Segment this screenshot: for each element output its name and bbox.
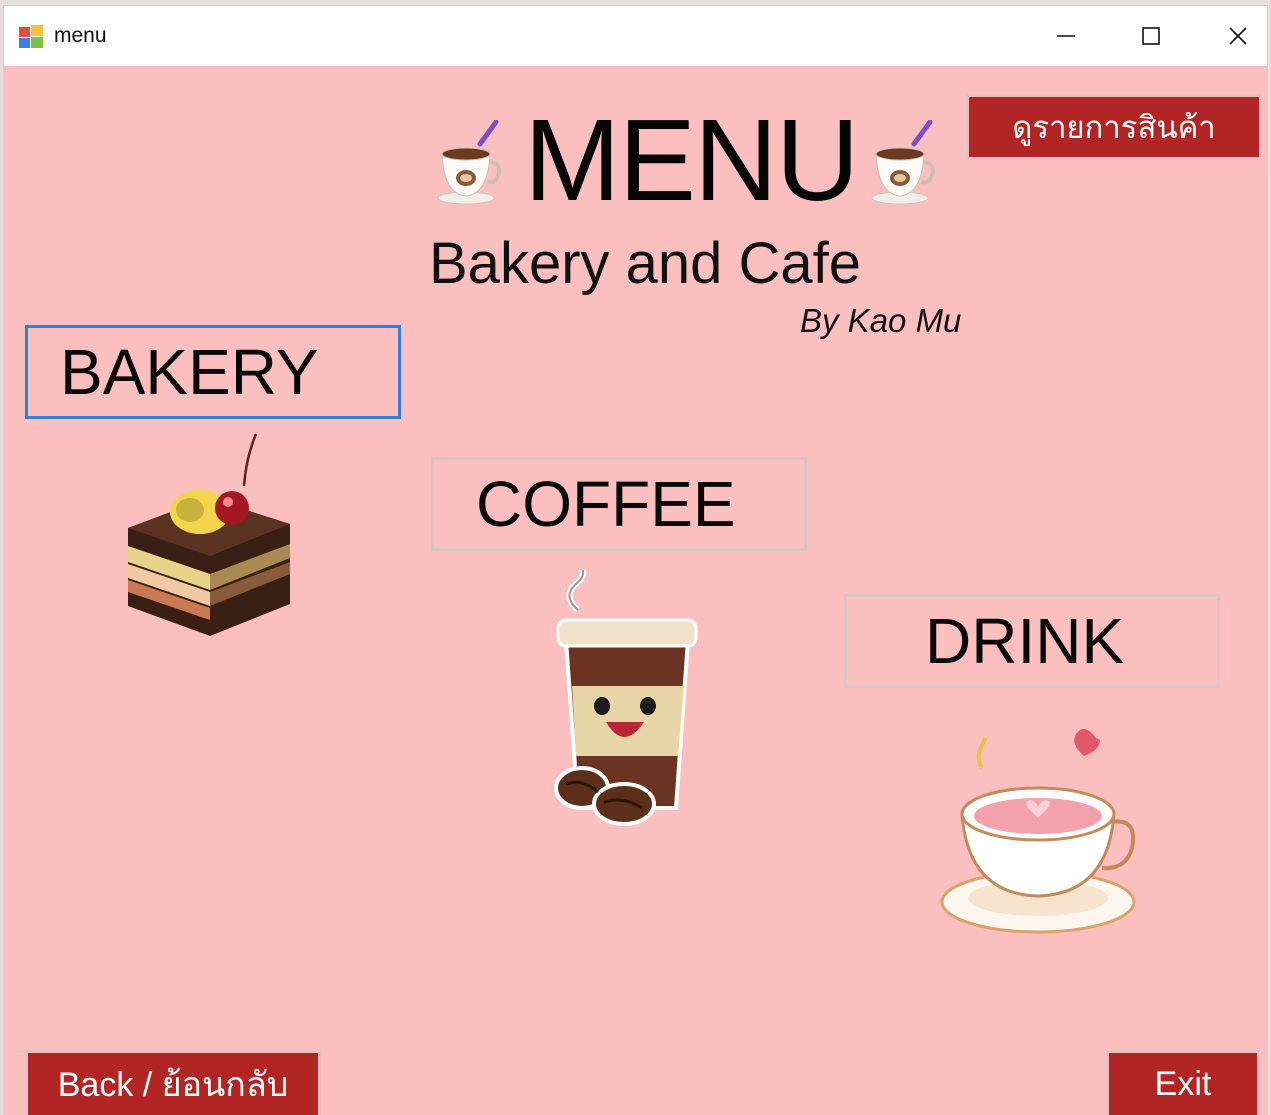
close-icon [1229,27,1247,45]
minimize-button[interactable] [1038,14,1094,58]
exit-button[interactable]: Exit [1106,1050,1260,1115]
menu-window: menu MENU Bakery and Cafe By Kao Mu ดูรา… [4,6,1267,1115]
menu-title: MENU [524,95,860,225]
bakery-button[interactable]: BAKERY [25,325,401,419]
maximize-button[interactable] [1123,14,1179,58]
coffee-cup-icon [437,120,501,205]
title-bar: menu [4,6,1267,66]
close-button[interactable] [1210,14,1266,58]
back-button[interactable]: Back / ย้อนกลับ [25,1050,321,1115]
author-label: By Kao Mu [800,302,962,339]
tea-cup-icon [940,728,1136,934]
coffee-button[interactable]: COFFEE [431,457,807,551]
product-list-button[interactable]: ดูรายการสินค้า [966,94,1262,160]
minimize-icon [1057,35,1075,37]
menu-form: MENU Bakery and Cafe By Kao Mu ดูรายการส… [4,66,1267,1115]
app-icon [19,25,43,48]
coffee-cup-icon [871,120,935,205]
coffee-cup-character-icon [554,570,698,826]
drink-button[interactable]: DRINK [844,594,1220,688]
window-title: menu [54,24,107,47]
cake-icon [128,433,290,636]
subtitle: Bakery and Cafe [429,231,862,296]
maximize-icon [1142,27,1160,45]
